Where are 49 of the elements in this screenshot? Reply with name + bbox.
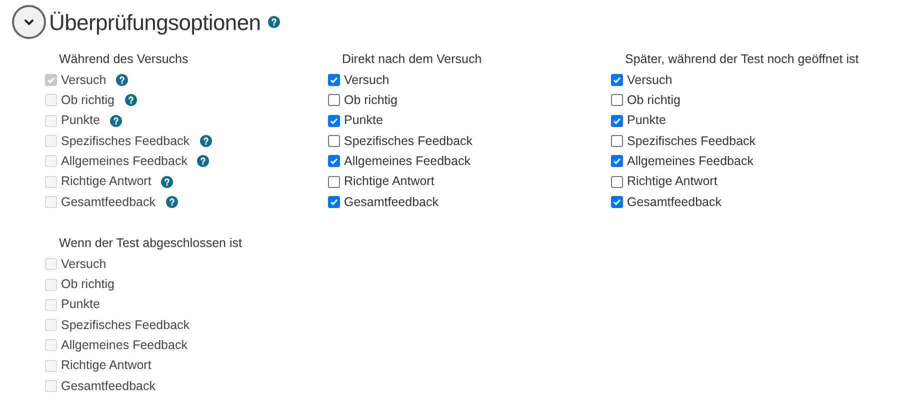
option-label: Versuch (344, 72, 390, 89)
checkbox[interactable] (328, 176, 340, 188)
help-icon[interactable] (268, 16, 280, 28)
option-label: Allgemeines Feedback (61, 337, 188, 354)
checkbox[interactable] (328, 155, 340, 168)
group-heading: Während des Versuchs (58, 51, 190, 68)
checkbox[interactable] (611, 74, 623, 86)
option-label: Punkte (61, 112, 100, 130)
checkbox[interactable] (611, 176, 623, 188)
option-label: Versuch (61, 72, 106, 89)
option-label: Richtige Antwort (344, 173, 434, 190)
option-label: Allgemeines Feedback (627, 152, 754, 170)
checkbox[interactable] (611, 114, 623, 127)
option-label: Richtige Antwort (627, 173, 718, 190)
collapse-toggle[interactable] (12, 5, 46, 39)
checkbox[interactable] (611, 196, 623, 208)
checkbox[interactable] (611, 94, 623, 106)
option-label: Richtige Antwort (61, 357, 152, 374)
option-label: Richtige Antwort (61, 173, 152, 190)
option-label: Gesamtfeedback (61, 194, 156, 211)
group-heading: Direkt nach dem Versuch (341, 51, 483, 68)
option-label: Gesamtfeedback (344, 194, 438, 211)
option-label: Allgemeines Feedback (344, 152, 470, 170)
option-label: Versuch (61, 256, 106, 273)
group-heading: Später, während der Test noch geöffnet ist (624, 51, 860, 68)
option-label: Ob richtig (61, 92, 114, 110)
checkbox[interactable] (328, 94, 340, 106)
section-title: Überprüfungsoptionen (49, 8, 261, 37)
group-heading: Wenn der Test abgeschlossen ist (58, 235, 243, 252)
checkbox[interactable] (328, 114, 340, 127)
option-label: Ob richtig (627, 92, 680, 110)
checkbox[interactable] (328, 196, 340, 208)
option-label: Punkte (627, 112, 666, 130)
option-label: Allgemeines Feedback (61, 152, 188, 170)
option-label: Versuch (627, 72, 672, 89)
option-label: Spezifisches Feedback (627, 132, 756, 150)
option-label: Gesamtfeedback (627, 194, 722, 211)
checkbox[interactable] (611, 155, 623, 168)
checkbox[interactable] (328, 135, 340, 148)
option-label: Punkte (344, 112, 383, 130)
option-label: Spezifisches Feedback (61, 132, 190, 150)
option-label: Spezifisches Feedback (61, 316, 190, 334)
option-label: Spezifisches Feedback (344, 132, 473, 150)
option-label: Punkte (61, 296, 100, 314)
option-label: Gesamtfeedback (61, 378, 156, 395)
checkbox[interactable] (328, 74, 340, 86)
option-label: Ob richtig (344, 92, 398, 110)
checkbox[interactable] (611, 135, 623, 148)
option-label: Ob richtig (61, 276, 114, 294)
